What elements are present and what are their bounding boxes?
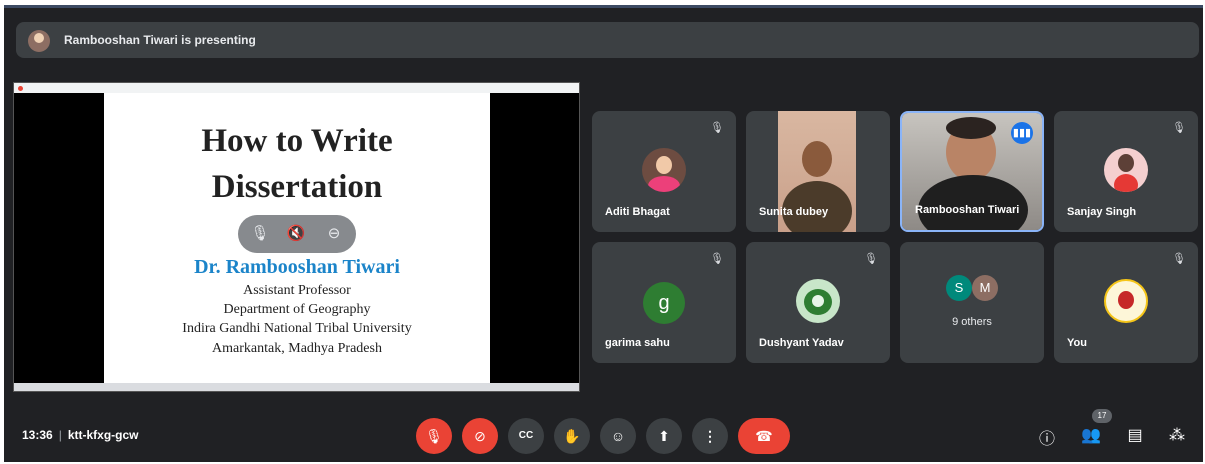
meeting-time: 13:36 — [22, 428, 53, 442]
meeting-code: ktt-kfxg-gcw — [67, 428, 139, 442]
chat-icon[interactable]: ▤ — [1124, 425, 1146, 445]
slide-line: Indira Gandhi National Tribal University — [182, 321, 412, 336]
participant-name: Rambooshan Tiwari — [915, 204, 1020, 216]
slide-author: Dr. Rambooshan Tiwari — [194, 256, 400, 278]
mic-off-icon: 🎙 — [710, 253, 724, 265]
presenting-text: Rambooshan Tiwari is presenting — [64, 33, 256, 47]
participant-tile[interactable]: 🎙 Dushyant Yadav — [746, 242, 890, 363]
others-count: 9 others — [952, 316, 992, 328]
participant-tile[interactable]: Sunita dubey — [746, 111, 890, 232]
remove-icon[interactable]: ⊖ — [324, 224, 344, 244]
slide-title-line1: How to Write — [201, 123, 393, 159]
participant-name: Dushyant Yadav — [759, 337, 844, 349]
people-count-badge: 17 — [1092, 409, 1112, 423]
meet-window: Rambooshan Tiwari is presenting How to W… — [4, 5, 1203, 462]
present-icon[interactable]: ⬆ — [646, 418, 682, 454]
presentation-statusbar — [14, 383, 579, 391]
more-options-icon[interactable]: ⋮ — [692, 418, 728, 454]
avatar — [1104, 279, 1148, 323]
slide-title-line2: Dissertation — [211, 169, 383, 205]
emoji-icon[interactable]: ☺ — [600, 418, 636, 454]
presentation-toolbar — [14, 83, 579, 93]
info-icon[interactable]: ⓘ — [1036, 425, 1058, 449]
mic-off-icon[interactable]: 🎙 — [250, 224, 270, 244]
raise-hand-icon[interactable]: ✋ — [554, 418, 590, 454]
participant-tile[interactable]: 🎙 You — [1054, 242, 1198, 363]
participant-name: Aditi Bhagat — [605, 206, 670, 218]
avatar: M — [972, 275, 998, 301]
mic-off-icon: 🎙 — [710, 122, 724, 134]
avatar — [1104, 148, 1148, 192]
avatar: S — [946, 275, 972, 301]
activities-icon[interactable]: ⁂ — [1166, 425, 1188, 445]
slide: How to Write Dissertation 🎙 🔇 ⊖ Dr. Ramb… — [104, 93, 490, 383]
slide-line: Department of Geography — [223, 302, 371, 317]
others-tile[interactable]: S M 9 others — [900, 242, 1044, 363]
participant-name: Sanjay Singh — [1067, 206, 1137, 218]
presenting-banner: Rambooshan Tiwari is presenting — [16, 22, 1199, 58]
speaking-indicator-icon: ▮▮▮ — [1011, 122, 1033, 144]
mic-off-icon: 🎙 — [1172, 122, 1186, 134]
participant-tile[interactable]: 🎙 g garima sahu — [592, 242, 736, 363]
avatar: g — [643, 282, 685, 324]
slide-line: Amarkantak, Madhya Pradesh — [212, 341, 382, 356]
participant-name: Sunita dubey — [759, 206, 829, 218]
mic-off-icon[interactable]: 🎙 — [416, 418, 452, 454]
participant-name: garima sahu — [605, 337, 670, 349]
participant-name: You — [1067, 337, 1087, 349]
mic-off-icon: 🎙 — [864, 253, 878, 265]
slide-line: Assistant Professor — [243, 283, 351, 298]
participant-tile[interactable]: 🎙 Sanjay Singh — [1054, 111, 1198, 232]
mic-off-icon: 🎙 — [1172, 253, 1186, 265]
meeting-info: 13:36 | ktt-kfxg-gcw — [22, 428, 139, 442]
captions-icon[interactable]: CC — [508, 418, 544, 454]
presentation-screen[interactable]: How to Write Dissertation 🎙 🔇 ⊖ Dr. Ramb… — [13, 82, 580, 392]
avatar — [642, 148, 686, 192]
avatar — [796, 279, 840, 323]
camera-off-icon[interactable]: ⊘ — [462, 418, 498, 454]
participant-tile[interactable]: 🎙 Aditi Bhagat — [592, 111, 736, 232]
people-icon[interactable]: 👥 — [1080, 425, 1102, 445]
mute-audio-icon[interactable]: 🔇 — [286, 224, 306, 244]
presenter-avatar — [28, 30, 50, 52]
end-call-icon[interactable]: ☎ — [738, 418, 790, 454]
tile-hover-controls: 🎙 🔇 ⊖ — [238, 215, 356, 253]
participant-tile[interactable]: ▮▮▮ Rambooshan Tiwari — [900, 111, 1044, 232]
